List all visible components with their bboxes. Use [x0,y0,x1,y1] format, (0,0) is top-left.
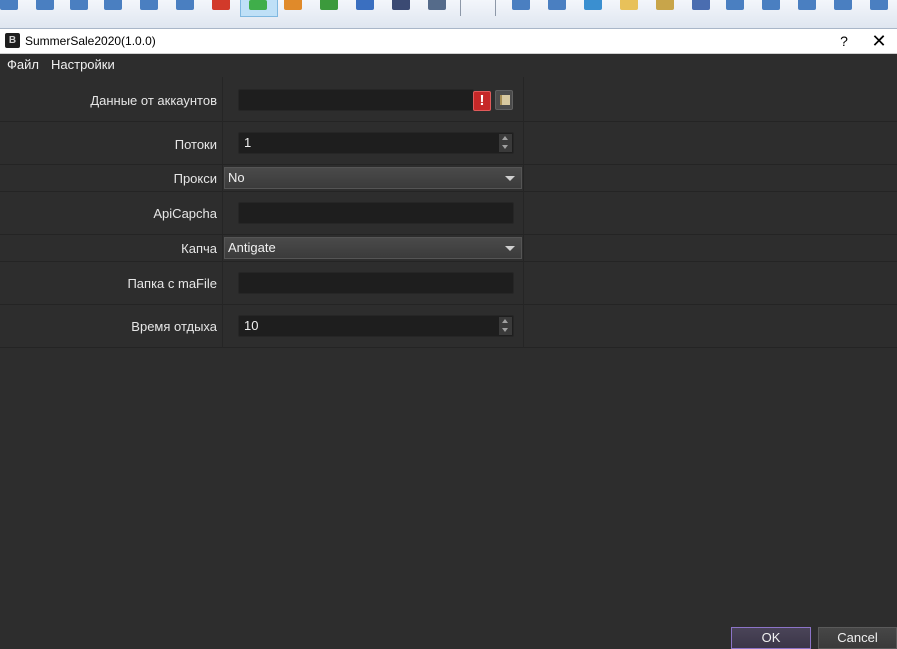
toolbar-separator [460,0,461,16]
chevron-down-icon [505,246,515,251]
toolbar-separator [495,0,496,16]
window-title: SummerSale2020(1.0.0) [25,34,156,48]
captcha-selected-value: Antigate [228,240,276,255]
toolbar-icon[interactable] [428,0,446,10]
monitor-icon[interactable] [692,0,710,10]
proxy-select[interactable]: No [224,167,522,189]
rest-time-value: 10 [244,318,259,333]
toolbar-icon[interactable] [834,0,852,10]
accounts-input[interactable] [238,89,474,111]
host-toolbar [0,0,897,29]
toolbar-icon[interactable] [0,0,18,10]
close-button[interactable]: ✕ [868,30,890,52]
help-button[interactable]: ? [834,30,854,52]
spin-up-button[interactable] [499,134,512,143]
spin-down-button[interactable] [499,326,512,335]
ok-button[interactable]: OK [731,627,811,649]
menu-settings[interactable]: Настройки [51,57,115,72]
threads-label: Потоки [174,137,217,152]
menu-bar: Файл Настройки [0,54,897,76]
book-icon [500,95,510,105]
apicapcha-input[interactable] [238,202,514,224]
toolbar-icon[interactable] [140,0,158,10]
toolbar-icon[interactable] [512,0,530,10]
toolbar-icon[interactable] [284,0,302,10]
cancel-button[interactable]: Cancel [818,627,897,649]
refresh-icon[interactable] [584,0,602,10]
spin-up-button[interactable] [499,317,512,326]
toolbar-icon[interactable] [320,0,338,10]
music-icon[interactable] [356,0,374,10]
browse-file-button[interactable] [495,90,513,110]
toolbar-icon[interactable] [249,0,267,10]
app-icon: B [5,33,20,48]
captcha-label: Капча [181,241,217,256]
mafile-folder-input[interactable] [238,272,514,294]
chevron-down-icon [505,176,515,181]
error-icon: ! [473,91,491,111]
column-divider [523,77,524,348]
rest-time-label: Время отдыха [131,319,217,334]
toolbar-icon[interactable] [70,0,88,10]
dialog-titlebar: B SummerSale2020(1.0.0) ? ✕ [0,29,897,54]
toolbar-icon[interactable] [870,0,888,10]
apicapcha-label: ApiCapcha [153,206,217,221]
toolbar-icon[interactable] [548,0,566,10]
spin-down-button[interactable] [499,143,512,152]
folder-icon[interactable] [620,0,638,10]
accounts-label: Данные от аккаунтов [90,93,217,108]
proxy-selected-value: No [228,170,245,185]
edit-icon[interactable] [656,0,674,10]
toolbar-icon[interactable] [36,0,54,10]
menu-file[interactable]: Файл [7,57,39,72]
threads-spinbox[interactable]: 1 [238,132,514,154]
mafile-label: Папка с maFile [127,276,217,291]
delete-icon[interactable] [212,0,230,10]
captcha-select[interactable]: Antigate [224,237,522,259]
toolbar-icon[interactable] [176,0,194,10]
film-icon[interactable] [392,0,410,10]
toolbar-icon[interactable] [726,0,744,10]
rest-time-spinbox[interactable]: 10 [238,315,514,337]
threads-value: 1 [244,135,252,150]
toolbar-icon[interactable] [104,0,122,10]
proxy-label: Прокси [173,171,217,186]
column-divider [222,77,223,348]
toolbar-icon[interactable] [762,0,780,10]
toolbar-icon[interactable] [798,0,816,10]
